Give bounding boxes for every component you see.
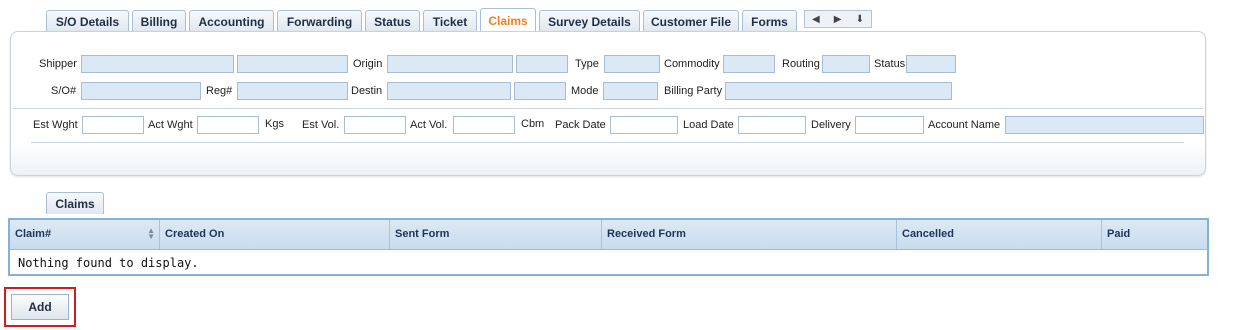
panel-bottom-divider: [31, 142, 1184, 143]
tab-scroll-controls: ◀ ▶ ⬇: [804, 10, 872, 28]
kgs-unit-label: Kgs: [265, 118, 284, 130]
commodity-label: Commodity: [664, 58, 720, 70]
tab-ticket[interactable]: Ticket: [423, 10, 477, 32]
tab-claims[interactable]: Claims: [480, 8, 536, 32]
status-label: Status: [874, 58, 906, 70]
est-weight-field[interactable]: [82, 116, 144, 134]
column-received-form[interactable]: Received Form: [602, 220, 897, 249]
commodity-field[interactable]: [723, 55, 775, 73]
pack-date-field[interactable]: [610, 116, 678, 134]
claims-table: Claim# ▲ ▼ Created On Sent Form Received …: [8, 218, 1209, 276]
tab-so-details[interactable]: S/O Details: [46, 10, 129, 32]
billing-party-label: Billing Party: [664, 85, 723, 97]
act-volume-label: Act Vol.: [410, 119, 448, 131]
tab-billing[interactable]: Billing: [132, 10, 186, 32]
routing-field[interactable]: [822, 55, 870, 73]
act-weight-label: Act Wght: [148, 119, 193, 131]
shipper-label: Shipper: [39, 58, 77, 70]
origin-label: Origin: [353, 58, 383, 70]
est-weight-label: Est Wght: [33, 119, 78, 131]
tab-forms[interactable]: Forms: [742, 10, 797, 32]
table-header: Claim# ▲ ▼ Created On Sent Form Received …: [10, 220, 1207, 250]
account-name-field[interactable]: [1005, 116, 1204, 134]
pack-date-label: Pack Date: [555, 119, 606, 131]
column-sent-form[interactable]: Sent Form: [390, 220, 602, 249]
tab-customer-file[interactable]: Customer File: [643, 10, 739, 32]
delivery-label: Delivery: [811, 119, 851, 131]
act-volume-field[interactable]: [453, 116, 515, 134]
act-weight-field[interactable]: [197, 116, 259, 134]
est-volume-field[interactable]: [344, 116, 406, 134]
column-cancelled[interactable]: Cancelled: [897, 220, 1102, 249]
so-details-panel: Shipper Origin Type Commodity Routing St…: [10, 31, 1206, 176]
panel-divider: [13, 108, 1203, 109]
tab-status[interactable]: Status: [365, 10, 420, 32]
mode-label: Mode: [571, 85, 599, 97]
cbm-unit-label: Cbm: [521, 118, 545, 130]
main-tab-bar: S/O Details Billing Accounting Forwardin…: [46, 8, 872, 32]
column-claim-number[interactable]: Claim# ▲ ▼: [10, 220, 160, 249]
delivery-field[interactable]: [855, 116, 924, 134]
so-number-label: S/O#: [51, 85, 77, 97]
destin-label: Destin: [351, 85, 383, 97]
est-volume-label: Est Vol.: [302, 119, 340, 131]
account-name-label: Account Name: [928, 119, 1001, 131]
add-button-highlight: Add: [4, 287, 76, 327]
origin-zip-field[interactable]: [516, 55, 568, 73]
tab-survey-details[interactable]: Survey Details: [539, 10, 640, 32]
claims-subtab[interactable]: Claims: [46, 192, 104, 214]
tab-forwarding[interactable]: Forwarding: [277, 10, 362, 32]
destin-field[interactable]: [387, 82, 511, 100]
column-created-on[interactable]: Created On: [160, 220, 390, 249]
reg-number-label: Reg#: [206, 85, 233, 97]
empty-table-message: Nothing found to display.: [18, 256, 199, 270]
tab-list-icon[interactable]: ⬇: [856, 14, 864, 25]
column-paid[interactable]: Paid: [1102, 220, 1207, 249]
shipper-last-field[interactable]: [237, 55, 348, 73]
mode-field[interactable]: [603, 82, 658, 100]
destin-zip-field[interactable]: [514, 82, 566, 100]
shipper-first-field[interactable]: [81, 55, 234, 73]
load-date-field[interactable]: [738, 116, 806, 134]
tab-accounting[interactable]: Accounting: [189, 10, 274, 32]
billing-party-field[interactable]: [725, 82, 952, 100]
so-number-field[interactable]: [81, 82, 201, 100]
scroll-left-icon[interactable]: ◀: [812, 14, 820, 25]
sort-icon[interactable]: ▲ ▼: [147, 227, 155, 241]
type-label: Type: [575, 58, 599, 70]
add-button[interactable]: Add: [11, 294, 69, 320]
scroll-right-icon[interactable]: ▶: [834, 14, 842, 25]
status-field[interactable]: [906, 55, 956, 73]
load-date-label: Load Date: [683, 119, 734, 131]
routing-label: Routing: [782, 58, 820, 70]
origin-field[interactable]: [387, 55, 513, 73]
type-field[interactable]: [604, 55, 660, 73]
reg-number-field[interactable]: [237, 82, 348, 100]
